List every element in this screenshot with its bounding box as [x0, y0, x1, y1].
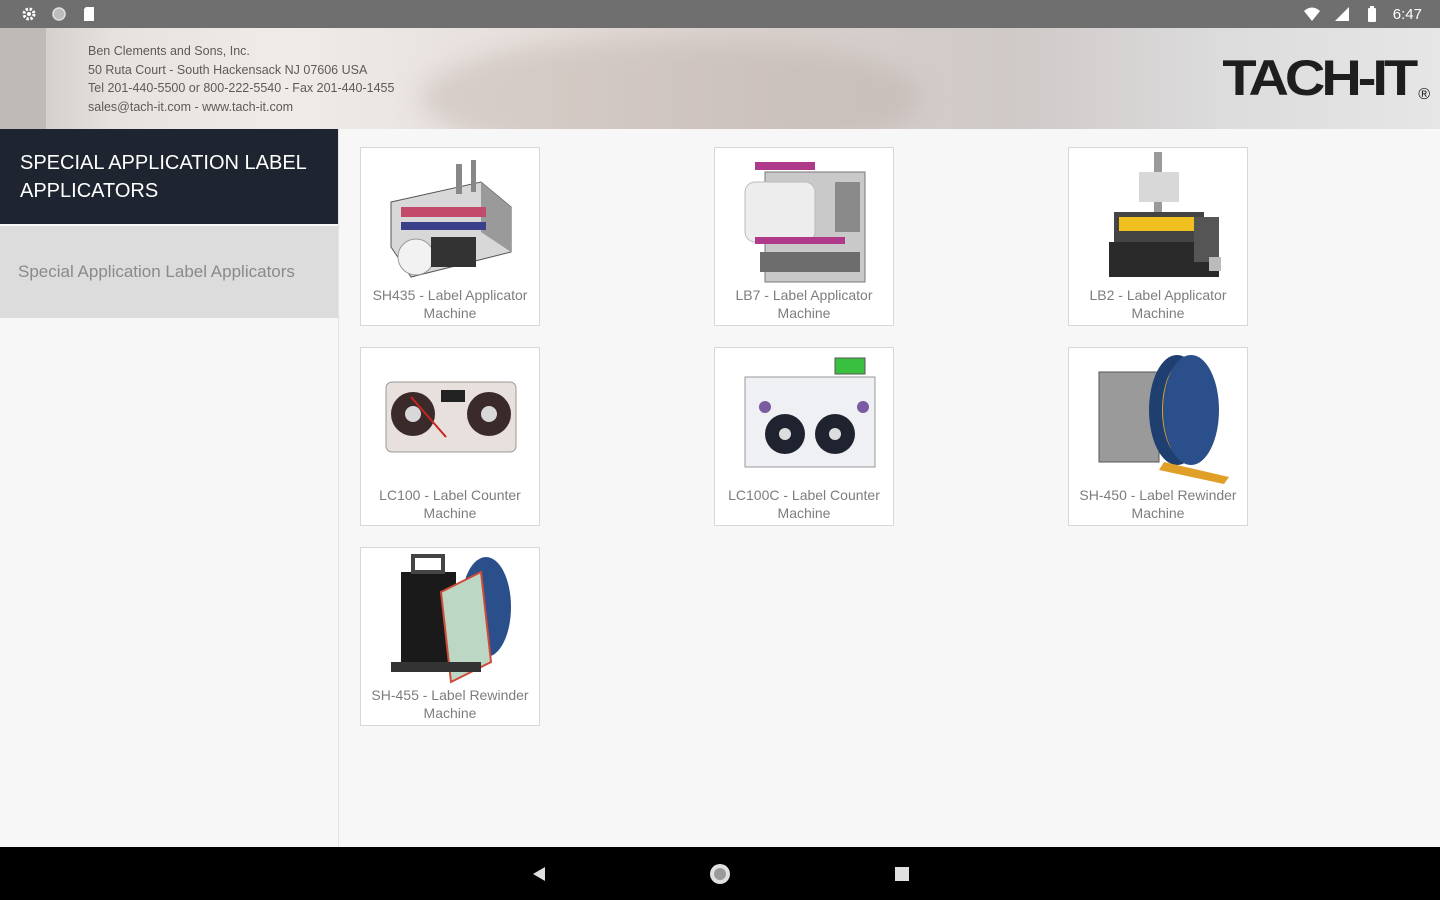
sidebar-category-title[interactable]: SPECIAL APPLICATION LABEL APPLICATORS [0, 129, 338, 224]
sh455-machine-image [391, 554, 511, 684]
company-phone: Tel 201-440-5500 or 800-222-5540 - Fax 2… [88, 81, 395, 95]
wifi-icon [1303, 5, 1321, 23]
sh435-machine-image [390, 160, 512, 278]
lc100-machine-image [385, 381, 517, 453]
product-label: LC100C - Label Counter Machine [728, 487, 880, 521]
registered-mark: ® [1418, 86, 1430, 103]
product-label: SH-455 - Label Rewinder Machine [371, 687, 529, 721]
company-address: 50 Ruta Court - South Hackensack NJ 0760… [88, 62, 368, 77]
product-label: SH-450 - Label Rewinder Machine [1079, 487, 1237, 521]
banner-shade [0, 28, 46, 129]
product-grid: SH435 - Label Applicator Machine LB7 - L… [340, 129, 1440, 847]
status-bar: 6:47 [0, 0, 1440, 28]
sidebar-item-label: Special Application Label Applicators [18, 262, 295, 281]
product-card-sh450[interactable]: SH-450 - Label Rewinder Machine [1068, 347, 1248, 526]
status-right: 6:47 [1303, 5, 1422, 23]
settings-icon [20, 5, 38, 23]
lb7-machine-image [744, 162, 866, 283]
recents-icon[interactable] [889, 861, 915, 887]
circle-icon [50, 5, 68, 23]
product-label: LB7 - Label Applicator Machine [735, 287, 873, 321]
brand-logo: TACH-IT ® [1222, 48, 1430, 108]
product-card-sh455[interactable]: SH-455 - Label Rewinder Machine [360, 547, 540, 726]
lb2-machine-image [1109, 152, 1221, 277]
banner-photo-hand [420, 38, 920, 129]
product-card-lb7[interactable]: LB7 - Label Applicator Machine [714, 147, 894, 326]
product-card-lc100c[interactable]: LC100C - Label Counter Machine [714, 347, 894, 526]
brand-logo-text: TACH-IT [1222, 49, 1418, 106]
lc100c-machine-image [744, 357, 876, 468]
sd-card-icon [80, 5, 98, 23]
status-left [20, 5, 98, 23]
product-label: LB2 - Label Applicator Machine [1089, 287, 1227, 321]
company-info: Ben Clements and Sons, Inc. 50 Ruta Cour… [88, 42, 394, 116]
header-banner: Ben Clements and Sons, Inc. 50 Ruta Cour… [0, 28, 1440, 129]
back-icon[interactable] [526, 861, 552, 887]
sidebar: SPECIAL APPLICATION LABEL APPLICATORS Sp… [0, 129, 339, 847]
battery-icon [1363, 5, 1381, 23]
sh450-machine-image [1098, 355, 1229, 484]
sidebar-item-special-application[interactable]: Special Application Label Applicators [0, 226, 338, 318]
product-card-lb2[interactable]: LB2 - Label Applicator Machine [1068, 147, 1248, 326]
product-card-sh435[interactable]: SH435 - Label Applicator Machine [360, 147, 540, 326]
status-time: 6:47 [1392, 5, 1422, 23]
navigation-bar [0, 847, 1440, 900]
company-web: sales@tach-it.com - www.tach-it.com [88, 99, 294, 114]
product-label: SH435 - Label Applicator Machine [372, 287, 528, 321]
product-label: LC100 - Label Counter Machine [379, 487, 521, 521]
home-icon[interactable] [707, 861, 733, 887]
product-card-lc100[interactable]: LC100 - Label Counter Machine [360, 347, 540, 526]
signal-icon [1333, 5, 1351, 23]
company-name: Ben Clements and Sons, Inc. [88, 44, 250, 58]
